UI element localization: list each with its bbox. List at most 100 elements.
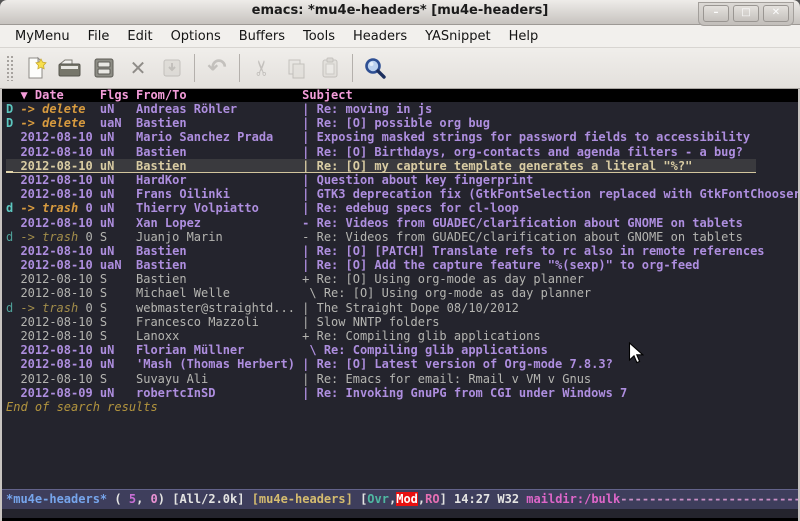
flags-cell: S	[100, 301, 136, 315]
cut-button[interactable]: ✂	[245, 52, 279, 84]
gap	[93, 301, 100, 315]
column-from-to[interactable]: From/To	[136, 89, 295, 102]
menu-help[interactable]: Help	[500, 27, 548, 46]
date-cell: 2012-08-10	[20, 272, 92, 286]
subject-cell: | The Straight Dope 08/10/2012	[302, 301, 519, 315]
toolbar-separator	[194, 54, 195, 82]
date-cell: 2012-08-09	[20, 386, 92, 400]
date-cell: 2012-08-10	[20, 244, 92, 258]
flags-cell: uN	[100, 173, 136, 187]
gap	[93, 329, 100, 343]
message-row[interactable]: D-> delete uNAndreas Röhler| Re: moving …	[6, 102, 798, 116]
new-file-icon	[24, 56, 48, 80]
window-controls: – □ ✕	[698, 2, 794, 26]
modeline-segment-plain: ) [All/2.0k]	[158, 492, 252, 506]
save-file-button[interactable]	[87, 52, 121, 84]
flags-cell: uN	[100, 343, 136, 357]
gap	[93, 315, 100, 329]
message-row[interactable]: 2012-08-09 uNrobertcInSD| Re: Invoking G…	[6, 386, 798, 400]
message-row[interactable]: 2012-08-10 uNFrans Oilinki| GTK3 depreca…	[6, 187, 798, 201]
subject-cell: | Re: edebug specs for cl-loop	[302, 201, 519, 215]
menu-bar: MyMenu File Edit Options Buffers Tools H…	[0, 25, 800, 48]
new-file-button[interactable]	[19, 52, 53, 84]
column-date[interactable]: ▼ Date	[20, 89, 92, 102]
modeline-segment-maildir: maildir:/bulk	[526, 492, 620, 506]
message-row[interactable]: 2012-08-10 uNHardKor| Question about key…	[6, 173, 798, 187]
save-as-button[interactable]	[155, 52, 189, 84]
menu-options[interactable]: Options	[162, 27, 230, 46]
gap	[93, 173, 100, 187]
message-row[interactable]: 2012-08-10 uNFlorian Müllner \ Re: Compi…	[6, 343, 798, 357]
toolbar-drag-handle[interactable]	[6, 55, 15, 81]
subject-cell: + Re: [O] Using org-mode as day planner	[302, 272, 584, 286]
from-cell: Florian Müllner	[136, 343, 295, 357]
subject-cell: | Re: [O] my capture template generates …	[302, 159, 692, 173]
titlebar[interactable]: emacs: *mu4e-headers* [mu4e-headers] – □…	[0, 0, 800, 25]
action-mark: -> delete	[20, 116, 85, 130]
message-row[interactable]: 2012-08-10 uNXan Lopez- Re: Videos from …	[6, 216, 798, 230]
menu-yasnippet[interactable]: YASnippet	[416, 27, 500, 46]
message-row[interactable]: 2012-08-10 uNBastien| Re: [O] my capture…	[6, 159, 756, 173]
save-as-icon	[160, 56, 184, 80]
message-row[interactable]: 2012-08-10 SMichael Welle \ Re: [O] Usin…	[6, 286, 798, 300]
menu-buffers[interactable]: Buffers	[230, 27, 294, 46]
copy-button[interactable]	[279, 52, 313, 84]
minimize-button[interactable]: –	[703, 5, 729, 22]
subject-cell: - Re: Videos from GUADEC/clarification a…	[302, 230, 743, 244]
gap	[93, 372, 100, 386]
date-cell: 2012-08-10	[20, 286, 92, 300]
from-cell: webmaster@straightd...	[136, 301, 295, 315]
flags-cell: uN	[100, 130, 136, 144]
menu-edit[interactable]: Edit	[118, 27, 161, 46]
gap	[93, 357, 100, 371]
date-cell: -> trash 0	[20, 230, 92, 244]
message-row[interactable]: 2012-08-10 uaNBastien| Re: [O] Add the c…	[6, 258, 798, 272]
subject-cell: \ Re: Compiling glib applications	[302, 343, 548, 357]
message-row[interactable]: 2012-08-10 SBastien+ Re: [O] Using org-m…	[6, 272, 798, 286]
message-row[interactable]: d-> trash 0 Swebmaster@straightd...| The…	[6, 301, 798, 315]
subject-cell: | Re: moving in js	[302, 102, 432, 116]
paste-button[interactable]	[313, 52, 347, 84]
maximize-button[interactable]: □	[733, 5, 759, 22]
message-row[interactable]: 2012-08-10 uN'Mash (Thomas Herbert)| Re:…	[6, 357, 798, 371]
menu-file[interactable]: File	[79, 27, 119, 46]
message-row[interactable]: 2012-08-10 SLanoxx+ Re: Compiling glib a…	[6, 329, 798, 343]
from-cell: Xan Lopez	[136, 216, 295, 230]
open-file-button[interactable]	[53, 52, 87, 84]
flags-cell: S	[100, 286, 136, 300]
modeline-segment-num1: 5	[129, 492, 136, 506]
message-row[interactable]: d-> trash 0 uNThierry Volpiatto| Re: ede…	[6, 201, 798, 215]
gap	[93, 116, 100, 130]
subject-cell: | Re: [O] Latest version of Org-mode 7.8…	[302, 357, 613, 371]
gap	[93, 343, 100, 357]
from-cell: Michael Welle	[136, 286, 295, 300]
column-subject[interactable]: Subject	[302, 88, 353, 102]
mode-line[interactable]: *mu4e-headers* ( 5, 0) [All/2.0k] [mu4e-…	[2, 489, 798, 509]
flags-cell: uN	[100, 102, 136, 116]
flags-cell: S	[100, 329, 136, 343]
message-row[interactable]: 2012-08-10 uNBastien| Re: [O] [PATCH] Tr…	[6, 244, 798, 258]
message-row[interactable]: 2012-08-10 uNMario Sanchez Prada| Exposi…	[6, 130, 798, 144]
flags-cell: uN	[100, 357, 136, 371]
message-row[interactable]: 2012-08-10 uNBastien| Re: [O] Birthdays,…	[6, 145, 798, 159]
undo-button[interactable]: ↶	[200, 52, 234, 84]
close-buffer-button[interactable]: ✕	[121, 52, 155, 84]
subject-cell: | Slow NNTP folders	[302, 315, 439, 329]
search-button[interactable]	[358, 52, 392, 84]
flags-cell: uN	[100, 244, 136, 258]
message-row[interactable]: 2012-08-10 SSuvayu Ali| Re: Emacs for em…	[6, 372, 798, 386]
message-row[interactable]: 2012-08-10 SFrancesco Mazzoli| Slow NNTP…	[6, 315, 798, 329]
tool-bar: ✕ ↶ ✂	[0, 48, 800, 89]
date-cell: -> delete	[20, 102, 92, 116]
menu-tools[interactable]: Tools	[294, 27, 344, 46]
from-cell: Juanjo Marin	[136, 230, 295, 244]
message-row[interactable]: d-> trash 0 SJuanjo Marin- Re: Videos fr…	[6, 230, 798, 244]
message-row[interactable]: D-> delete uaNBastien| Re: [O] possible …	[6, 116, 798, 130]
gap	[93, 230, 100, 244]
menu-headers[interactable]: Headers	[344, 27, 416, 46]
column-flags[interactable]: Flgs	[100, 89, 136, 102]
close-button[interactable]: ✕	[763, 5, 789, 22]
headers-column-header[interactable]: ▼ Date FlgsFrom/To Subject	[2, 89, 798, 102]
flags-cell: S	[100, 230, 136, 244]
menu-mymenu[interactable]: MyMenu	[6, 27, 79, 46]
